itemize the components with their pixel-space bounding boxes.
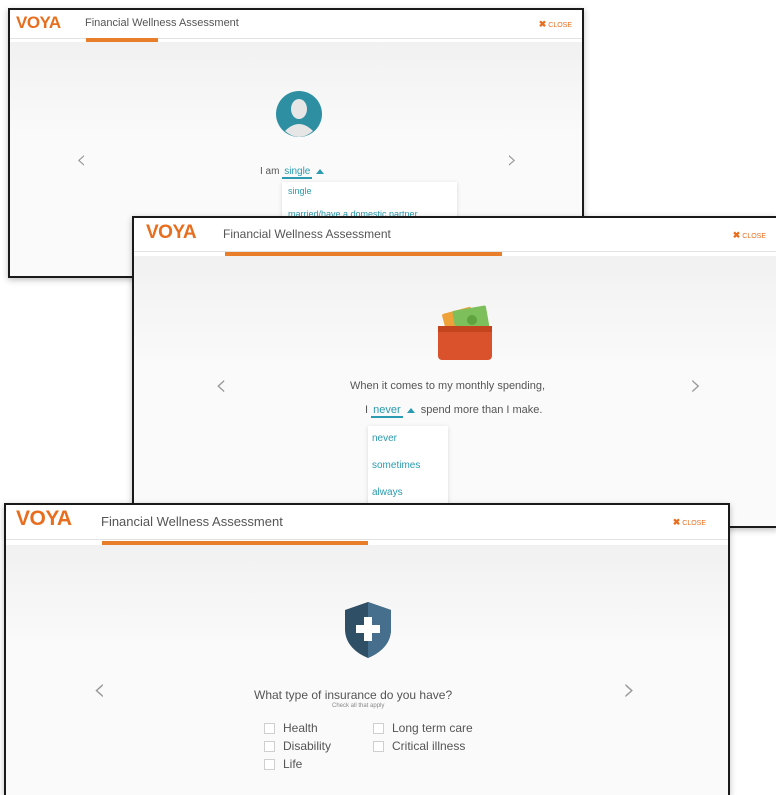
page-title: Financial Wellness Assessment xyxy=(85,17,239,29)
question-area: ‹ › When it comes to my monthly spending… xyxy=(134,256,776,526)
person-avatar-icon xyxy=(276,91,322,137)
checkbox-disability[interactable]: Disability xyxy=(264,739,331,753)
question-line-1: When it comes to my monthly spending, xyxy=(350,380,546,392)
checkbox-long-term-care[interactable]: Long term care xyxy=(373,721,473,735)
voya-logo: VOYA xyxy=(146,222,197,243)
dropdown-option[interactable]: single xyxy=(288,186,312,196)
shield-plus-icon xyxy=(345,602,391,658)
answer-dropdown[interactable]: never xyxy=(371,404,403,418)
question-hint: Check all that apply xyxy=(332,703,385,709)
checkbox-icon[interactable] xyxy=(264,759,275,771)
close-icon: ✖ xyxy=(538,19,547,29)
close-icon: ✖ xyxy=(672,517,681,527)
page-title: Financial Wellness Assessment xyxy=(223,227,391,241)
assessment-window-2: VOYA Financial Wellness Assessment ✖ CLO… xyxy=(132,216,776,528)
question-text: I never spend more than I make. xyxy=(365,404,543,418)
dropdown-option[interactable]: sometimes xyxy=(372,460,420,471)
prev-arrow-icon[interactable]: ‹ xyxy=(93,670,106,708)
dropdown-option[interactable]: always xyxy=(372,487,403,498)
dropdown-menu: never sometimes always xyxy=(368,426,448,514)
checkbox-icon[interactable] xyxy=(373,723,384,735)
close-button[interactable]: ✖ CLOSE xyxy=(539,19,572,30)
checkbox-icon[interactable] xyxy=(373,741,384,753)
checkbox-health[interactable]: Health xyxy=(264,721,318,735)
header: VOYA Financial Wellness Assessment ✖ CLO… xyxy=(10,10,582,39)
voya-logo: VOYA xyxy=(16,13,61,32)
dropdown-caret-icon[interactable] xyxy=(406,407,415,413)
header: VOYA Financial Wellness Assessment ✖ CLO… xyxy=(6,505,728,540)
question-text: What type of insurance do you have? xyxy=(254,688,453,702)
close-button[interactable]: ✖ CLOSE xyxy=(733,230,766,241)
header: VOYA Financial Wellness Assessment ✖ CLO… xyxy=(134,218,776,252)
prev-arrow-icon[interactable]: ‹ xyxy=(215,368,227,403)
assessment-window-3: VOYA Financial Wellness Assessment ✖ CLO… xyxy=(4,503,730,795)
next-arrow-icon[interactable]: › xyxy=(623,670,636,708)
question-area: ‹ › What type of insurance do you have? … xyxy=(6,545,728,795)
dropdown-option[interactable]: never xyxy=(372,433,397,444)
close-icon: ✖ xyxy=(732,230,741,240)
wallet-cash-icon xyxy=(438,305,492,360)
page-title: Financial Wellness Assessment xyxy=(101,514,283,529)
answer-dropdown[interactable]: single xyxy=(282,166,313,179)
voya-logo: VOYA xyxy=(16,507,72,530)
checkbox-life[interactable]: Life xyxy=(264,757,302,771)
next-arrow-icon[interactable]: › xyxy=(507,145,517,175)
checkbox-icon[interactable] xyxy=(264,741,275,753)
close-button[interactable]: ✖ CLOSE xyxy=(673,517,706,528)
question-text: I am single xyxy=(260,166,325,179)
next-arrow-icon[interactable]: › xyxy=(690,368,702,403)
prev-arrow-icon[interactable]: ‹ xyxy=(76,145,86,175)
checkbox-critical-illness[interactable]: Critical illness xyxy=(373,739,465,753)
checkbox-icon[interactable] xyxy=(264,723,275,735)
dropdown-caret-icon[interactable] xyxy=(316,168,325,174)
